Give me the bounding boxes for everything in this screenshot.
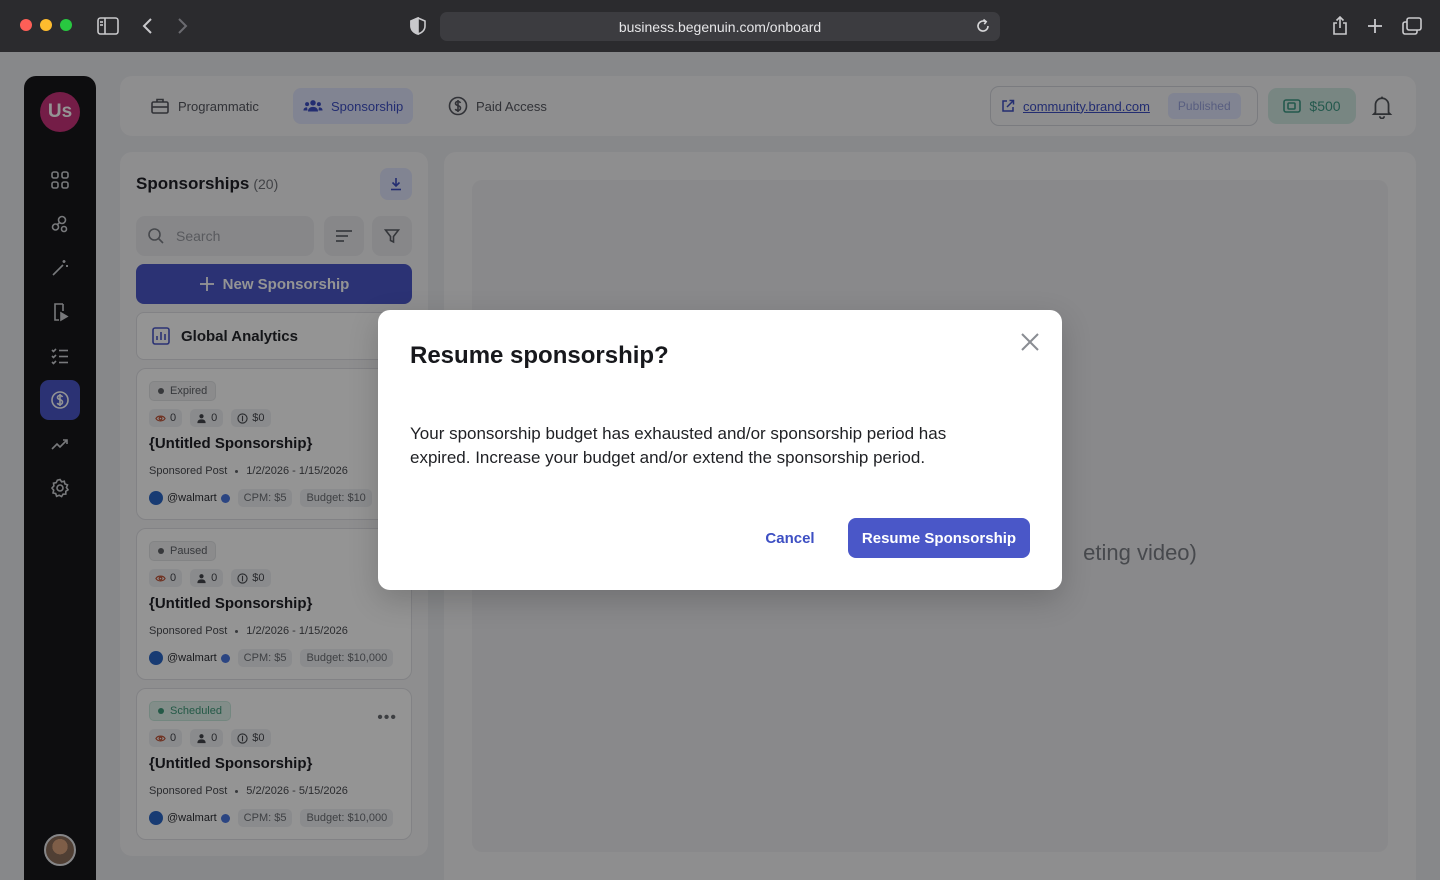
window-controls [20,19,72,31]
browser-toolbar: business.begenuin.com/onboard [0,0,1440,52]
reload-icon[interactable] [974,17,992,35]
back-icon[interactable] [136,14,160,38]
sidebar-toggle-icon[interactable] [96,14,120,38]
close-window-button[interactable] [20,19,32,31]
resume-sponsorship-button[interactable]: Resume Sponsorship [848,518,1030,558]
privacy-shield-icon[interactable] [406,14,430,38]
cancel-button[interactable]: Cancel [750,518,830,558]
url-text: business.begenuin.com/onboard [618,18,822,35]
resume-sponsorship-dialog: Resume sponsorship? Your sponsorship bud… [378,310,1062,590]
share-icon[interactable] [1328,14,1352,38]
tab-overview-icon[interactable] [1400,14,1424,38]
dialog-message: Your sponsorship budget has exhausted an… [410,424,947,467]
dialog-title: Resume sponsorship? [410,342,669,369]
new-tab-icon[interactable] [1363,14,1387,38]
maximize-window-button[interactable] [60,19,72,31]
address-bar[interactable]: business.begenuin.com/onboard [440,12,1000,41]
close-icon[interactable] [1018,330,1042,354]
forward-icon[interactable] [170,14,194,38]
minimize-window-button[interactable] [40,19,52,31]
